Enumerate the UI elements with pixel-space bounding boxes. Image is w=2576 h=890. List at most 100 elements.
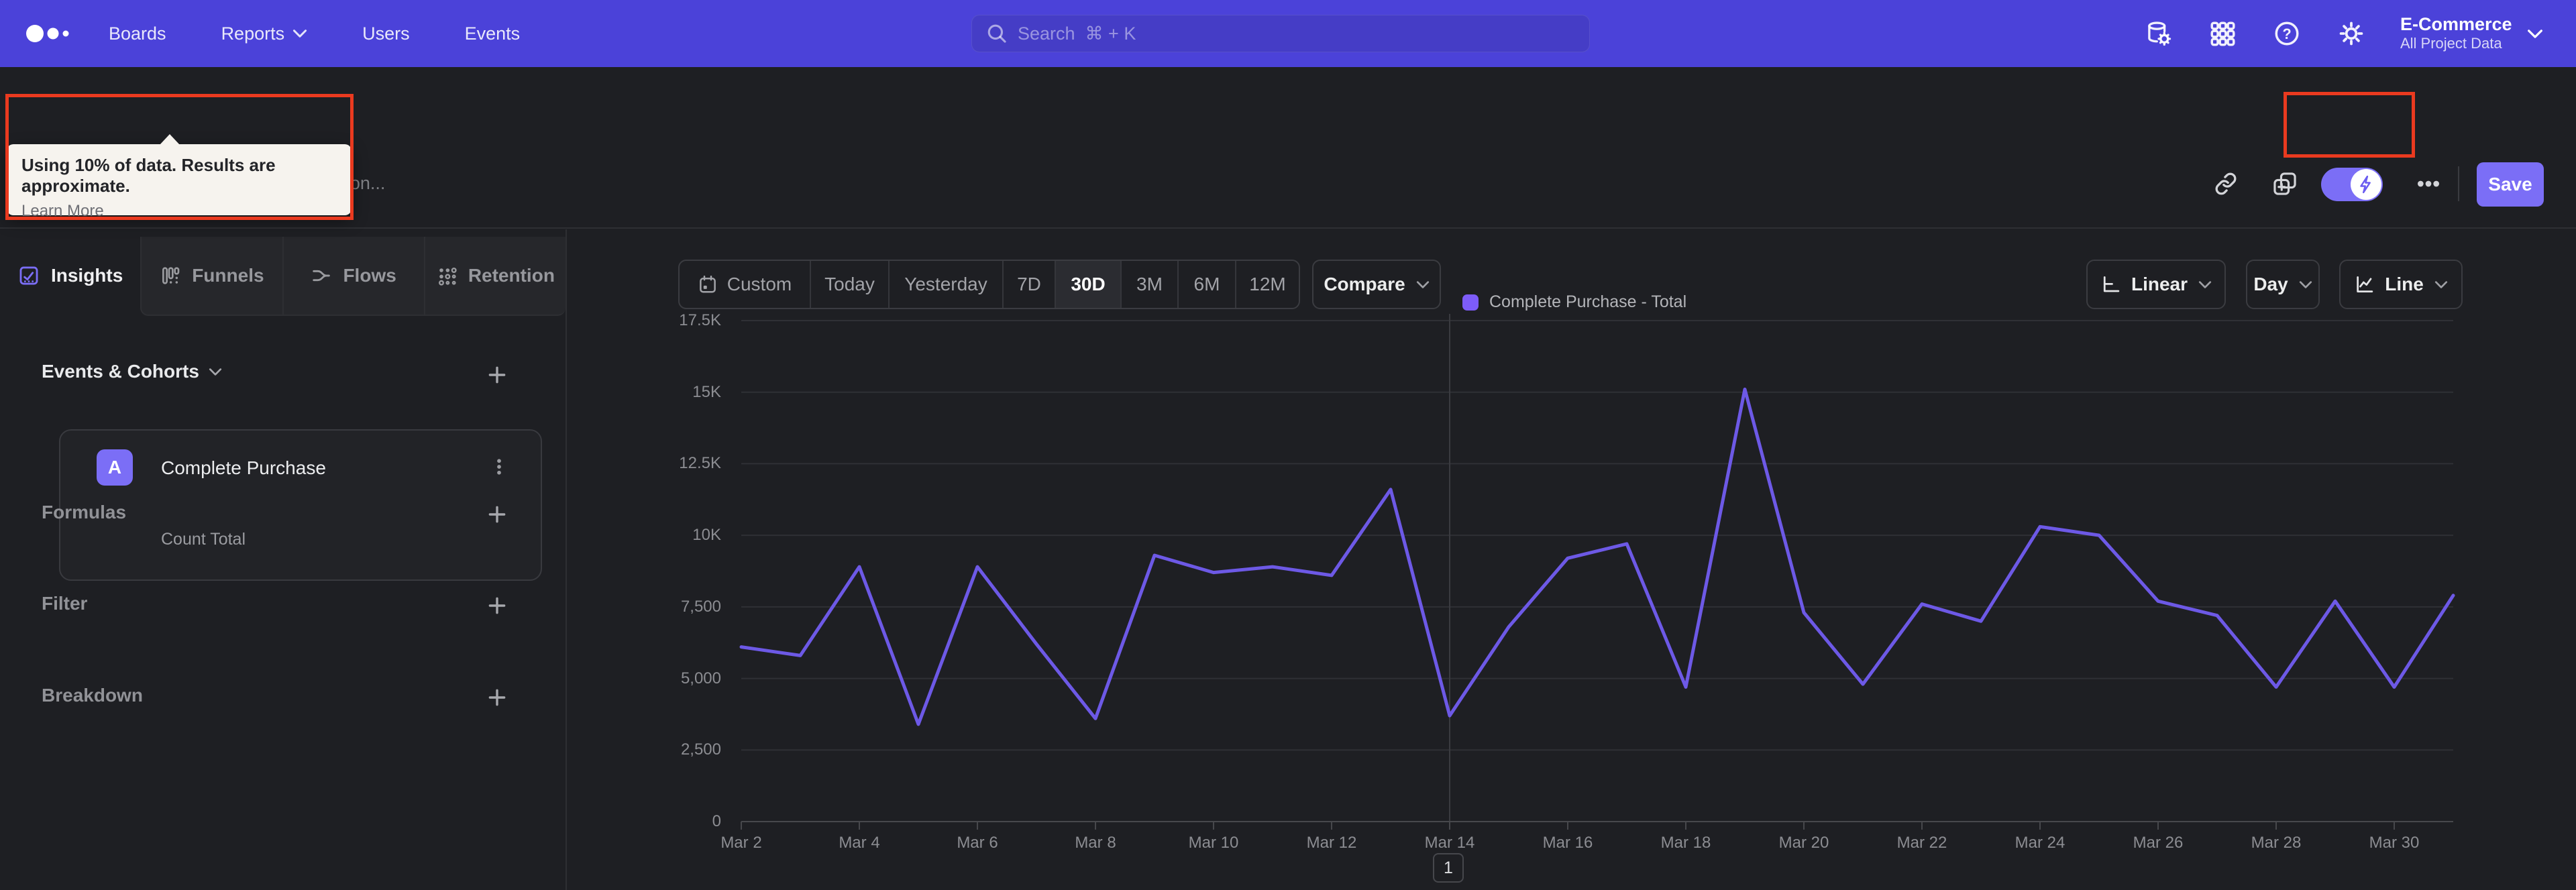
event-measure[interactable]: Count Total: [161, 530, 246, 549]
sampling-toggle[interactable]: [2321, 168, 2383, 201]
line-chart-icon: [2354, 274, 2374, 294]
range-yesterday[interactable]: Yesterday: [890, 261, 1004, 308]
app-window: Boards Reports Users Events Search ⌘ + K…: [0, 0, 2576, 890]
event-series-badge: A: [97, 449, 133, 486]
add-to-board-icon[interactable]: [2266, 165, 2304, 203]
section-label: Events & Cohorts: [42, 361, 199, 382]
apps-grid-icon[interactable]: [2208, 19, 2237, 48]
x-axis-tick-label: Mar 30: [2369, 834, 2420, 852]
tab-insights[interactable]: Insights: [0, 237, 141, 316]
range-today[interactable]: Today: [811, 261, 890, 308]
tab-label: Retention: [468, 265, 555, 286]
formulas-label: Formulas: [42, 502, 127, 522]
search-input[interactable]: [1018, 23, 1576, 44]
range-3m[interactable]: 3M: [1122, 261, 1179, 308]
insights-icon: [17, 264, 40, 287]
nav-item-label: Events: [464, 23, 521, 44]
x-axis-tick-label: Mar 8: [1075, 834, 1116, 852]
x-axis-tick-label: Mar 2: [720, 834, 762, 852]
data-management-icon[interactable]: [2144, 19, 2172, 48]
search-icon: [985, 22, 1008, 45]
compare-button[interactable]: Compare: [1312, 260, 1441, 309]
divider: [2458, 166, 2459, 201]
y-axis-tick-label: 2,500: [680, 740, 721, 759]
lightning-bolt-icon: [2351, 169, 2381, 200]
x-axis-tick-label: Mar 22: [1896, 834, 1947, 852]
flows-icon: [311, 265, 332, 286]
save-button[interactable]: Save: [2477, 162, 2544, 207]
tab-retention[interactable]: Retention: [423, 237, 566, 316]
legend-label: Complete Purchase - Total: [1489, 292, 1687, 311]
events-cohorts-header[interactable]: Events & Cohorts: [42, 361, 222, 382]
x-axis-tick-label: Mar 28: [2251, 834, 2302, 852]
event-name: Complete Purchase: [161, 457, 326, 478]
legend-item[interactable]: Complete Purchase - Total: [1462, 292, 1686, 312]
chevron-down-icon: [292, 29, 307, 38]
settings-gear-icon[interactable]: [2337, 19, 2365, 48]
y-axis-tick-label: 5,000: [680, 669, 721, 687]
chevron-down-icon: [209, 368, 222, 376]
range-label: Custom: [727, 274, 792, 294]
range-custom[interactable]: Custom: [680, 261, 811, 308]
granularity-label: Day: [2253, 274, 2288, 294]
funnels-icon: [160, 265, 181, 286]
range-7d[interactable]: 7D: [1004, 261, 1056, 308]
nav-item-boards[interactable]: Boards: [109, 23, 166, 44]
linear-axis-icon: [2100, 274, 2121, 294]
chevron-down-icon: [2527, 29, 2543, 39]
tab-flows[interactable]: Flows: [282, 237, 424, 316]
x-axis-tick-label: Mar 14: [1424, 834, 1475, 852]
y-axis-tick-label: 15K: [692, 383, 721, 401]
range-12m[interactable]: 12M: [1236, 261, 1299, 308]
event-row-complete-purchase[interactable]: A Complete Purchase Count Total: [59, 429, 542, 581]
nav-item-reports[interactable]: Reports: [221, 23, 308, 44]
top-nav: Boards Reports Users Events Search ⌘ + K…: [0, 0, 2576, 67]
sampling-tooltip: Using 10% of data. Results are approxima…: [7, 134, 352, 220]
pagination-page-button[interactable]: 1: [1433, 853, 1464, 883]
add-formula-button[interactable]: [482, 499, 513, 530]
range-6m[interactable]: 6M: [1179, 261, 1236, 308]
svg-text:?: ?: [2282, 25, 2291, 42]
primary-nav: Boards Reports Users Events: [109, 23, 520, 44]
add-breakdown-button[interactable]: [482, 682, 513, 713]
tab-label: Insights: [50, 265, 123, 286]
range-30d[interactable]: 30D: [1056, 261, 1122, 308]
project-name: E-Commerce: [2400, 14, 2512, 35]
chevron-down-icon: [2434, 280, 2448, 289]
help-icon[interactable]: ?: [2273, 19, 2301, 48]
nav-item-label: Users: [362, 23, 410, 44]
more-options-icon[interactable]: [2410, 165, 2447, 203]
tab-funnels[interactable]: Funnels: [140, 237, 282, 316]
scale-dropdown[interactable]: Linear: [2086, 260, 2226, 309]
mixpanel-logo-icon[interactable]: [25, 20, 93, 47]
scale-label: Linear: [2131, 274, 2188, 294]
chevron-down-icon: [1416, 280, 1430, 289]
chart-type-label: Line: [2385, 274, 2424, 294]
copy-link-icon[interactable]: [2207, 165, 2245, 203]
add-filter-button[interactable]: [482, 590, 513, 621]
y-axis-tick-label: 10K: [692, 526, 721, 544]
x-axis-tick-label: Mar 24: [2015, 834, 2065, 852]
chevron-down-icon: [2299, 280, 2312, 289]
x-axis-tick-label: Mar 26: [2133, 834, 2184, 852]
compare-label: Compare: [1324, 274, 1405, 294]
x-axis-tick-label: Mar 4: [839, 834, 880, 852]
chart-type-dropdown[interactable]: Line: [2339, 260, 2463, 309]
nav-item-events[interactable]: Events: [465, 23, 521, 44]
project-selector[interactable]: E-Commerce All Project Data: [2400, 0, 2543, 67]
calendar-icon: [698, 274, 718, 294]
y-axis-tick-label: 12.5K: [679, 454, 721, 472]
add-event-button[interactable]: [482, 359, 513, 390]
tab-label: Funnels: [192, 265, 264, 286]
report-type-tabs: Insights Funnels Flows Retention: [0, 237, 566, 316]
granularity-dropdown[interactable]: Day: [2246, 260, 2320, 309]
nav-item-label: Boards: [109, 23, 166, 44]
x-axis-tick-label: Mar 20: [1778, 834, 1829, 852]
learn-more-link[interactable]: Learn More: [21, 202, 104, 221]
nav-item-users[interactable]: Users: [362, 23, 410, 44]
global-search[interactable]: [971, 15, 1590, 52]
x-axis-tick-label: Mar 6: [957, 834, 998, 852]
event-menu-icon[interactable]: [484, 452, 514, 482]
x-axis-tick-label: Mar 18: [1660, 834, 1711, 852]
nav-item-label: Reports: [221, 23, 285, 44]
